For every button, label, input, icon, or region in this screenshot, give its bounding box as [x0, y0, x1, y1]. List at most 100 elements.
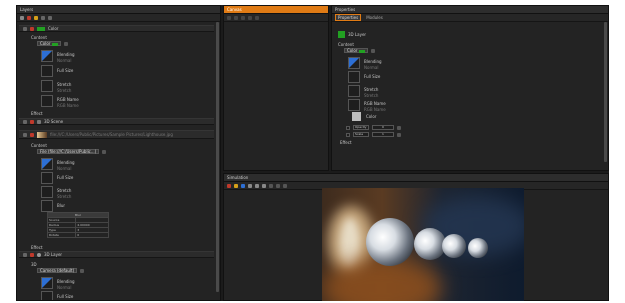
file-select[interactable]: File (file:///C:/Users/Public...) — [37, 149, 100, 154]
source-select[interactable]: Color — [37, 41, 62, 46]
fullsize-info: Full Size — [364, 74, 380, 79]
canvas-toolbar — [224, 14, 328, 22]
layer-row-color[interactable]: Color — [19, 25, 214, 32]
eye-icon[interactable] — [23, 252, 27, 257]
eye-icon[interactable] — [23, 132, 27, 137]
duplicate-layer-icon[interactable] — [34, 15, 38, 20]
properties-scrollbar[interactable] — [604, 22, 607, 162]
fullsize-info: Full Size — [57, 294, 73, 299]
properties-panel: Properties Properties Modules 3D Layer C… — [331, 5, 609, 171]
scale-field[interactable]: 1 — [372, 132, 394, 137]
properties-layer-header: 3D Layer — [338, 31, 366, 38]
canvas-panel: Canvas — [223, 5, 329, 171]
tab-properties[interactable]: Properties — [335, 14, 362, 21]
content-label: Content — [31, 143, 47, 148]
camera-row: Camera (default) — [37, 268, 85, 273]
fullsize-label: Full Size — [57, 294, 74, 299]
select-tool-icon[interactable] — [227, 15, 231, 20]
opacity-reset-icon[interactable] — [397, 125, 401, 130]
delete-layer-icon[interactable] — [27, 15, 31, 20]
eye-icon[interactable] — [23, 119, 27, 124]
lock-icon[interactable] — [30, 119, 34, 124]
rgb-swatch — [41, 95, 53, 107]
sphere-small — [442, 234, 466, 258]
opacity-row: Opacity 0 — [346, 125, 401, 130]
layers-scrollbar[interactable] — [216, 22, 219, 292]
chevron-down-icon[interactable] — [64, 41, 69, 46]
color-swatch[interactable] — [352, 112, 361, 121]
lock-icon[interactable] — [30, 132, 34, 137]
content-label: Content — [31, 35, 47, 40]
blending-label: Blending — [57, 52, 75, 57]
scale-reset-icon[interactable] — [397, 132, 401, 137]
layer-row-3d-scene[interactable]: 3D Scene — [19, 118, 214, 125]
properties-source-row: Color — [344, 48, 376, 53]
blending-info: Blending Normal — [57, 160, 75, 171]
move-tool-icon[interactable] — [234, 15, 238, 20]
fullsize-label: Full Size — [57, 68, 74, 73]
refresh-icon[interactable] — [276, 183, 280, 188]
fullsize-info: Full Size — [57, 68, 73, 73]
move-layer-icon[interactable] — [48, 15, 52, 20]
blending-info: Blending Normal — [57, 52, 75, 63]
camera-select[interactable]: Camera (default) — [37, 268, 78, 273]
color-label: Color — [366, 114, 377, 119]
play-icon[interactable] — [234, 183, 238, 188]
stretch-label: Stretch — [57, 188, 72, 193]
blur-table: Blur Source Radius 4.00000 Type 3 Rotate 0 — [46, 212, 109, 238]
layer-thumbnail — [37, 131, 47, 138]
settings-icon[interactable] — [269, 183, 273, 188]
properties-layer-name: 3D Layer — [348, 32, 367, 37]
export-icon[interactable] — [283, 183, 287, 188]
layers-toolbar — [17, 14, 220, 22]
effect-group[interactable]: Effect — [31, 245, 43, 250]
opacity-checkbox[interactable] — [346, 125, 350, 130]
scale-checkbox[interactable] — [346, 132, 350, 137]
preview-render[interactable] — [322, 188, 524, 301]
eye-icon[interactable] — [23, 26, 27, 31]
grid-icon[interactable] — [248, 183, 252, 188]
properties-effect-group[interactable]: Effect — [340, 140, 352, 145]
layer-row-3d-layer[interactable]: 3D Layer — [19, 251, 214, 258]
blending-value: Normal — [57, 285, 72, 290]
stretch-label: Stretch — [57, 82, 72, 87]
canvas-panel-title: Canvas — [224, 6, 328, 14]
table-row[interactable]: Rotate 0 — [46, 232, 109, 238]
lock-icon[interactable] — [30, 252, 34, 257]
stretch-value: Stretch — [364, 93, 379, 98]
add-layer-icon[interactable] — [20, 15, 24, 20]
chevron-down-icon[interactable] — [371, 48, 376, 53]
layer-row-bitmap[interactable]: file:///C:/Users/Public/Pictures/Sample … — [19, 130, 214, 139]
rgb-info: RGB Name RGB Name — [57, 97, 79, 108]
chevron-down-icon[interactable] — [102, 149, 107, 154]
effect-label: Effect — [31, 245, 43, 250]
3d-group: 3D — [31, 262, 37, 267]
layer-name: 3D Scene — [44, 119, 64, 124]
stretch-swatch — [41, 80, 53, 92]
layer-name: 3D Layer — [44, 252, 63, 257]
layers-panel: Layers Color Content Color Blending Norm… — [16, 5, 221, 301]
record-icon[interactable] — [227, 183, 231, 188]
blending-swatch — [348, 57, 360, 69]
rotate-tool-icon[interactable] — [255, 15, 259, 20]
source-select[interactable]: Color — [344, 48, 369, 53]
zoom-icon[interactable] — [262, 183, 266, 188]
stretch-value: Stretch — [57, 88, 72, 93]
fit-icon[interactable] — [255, 183, 259, 188]
tab-modules[interactable]: Modules — [364, 15, 385, 20]
zoom-tool-icon[interactable] — [241, 15, 245, 20]
layer-path: file:///C:/Users/Public/Pictures/Sample … — [50, 132, 173, 137]
chevron-down-icon[interactable] — [80, 268, 85, 273]
stretch-value: Stretch — [57, 194, 72, 199]
opacity-field[interactable]: 0 — [372, 125, 394, 130]
blending-label: Blending — [364, 59, 382, 64]
effect-group[interactable]: Effect — [31, 111, 43, 116]
lock-icon[interactable] — [30, 26, 34, 31]
properties-panel-title: Properties — [332, 6, 608, 14]
layer-options-icon[interactable] — [41, 15, 45, 20]
properties-tabs: Properties Modules — [332, 14, 608, 22]
pan-tool-icon[interactable] — [248, 15, 252, 20]
camera-icon[interactable] — [241, 183, 245, 188]
blending-label: Blending — [57, 279, 75, 284]
sphere-large — [366, 218, 414, 266]
